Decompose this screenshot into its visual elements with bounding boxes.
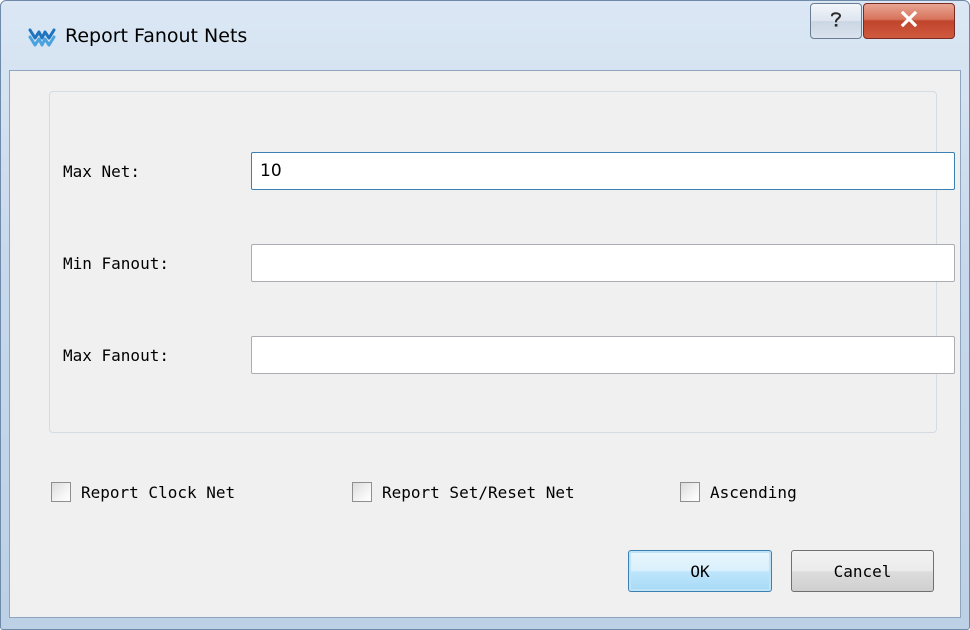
cancel-button[interactable]: Cancel (791, 550, 934, 592)
report-set-reset-net-label: Report Set/Reset Net (382, 482, 575, 502)
title-bar[interactable]: Report Fanout Nets (1, 1, 969, 69)
fanout-settings-group: Max Net: Min Fanout: Max Fanout: (49, 91, 955, 433)
max-fanout-label: Max Fanout: (63, 346, 169, 365)
min-fanout-input[interactable] (251, 244, 955, 282)
report-clock-net-label: Report Clock Net (81, 482, 236, 502)
max-net-input[interactable] (251, 152, 955, 190)
report-set-reset-net-option[interactable]: Report Set/Reset Net (352, 482, 575, 502)
ascending-checkbox[interactable] (680, 482, 700, 502)
window-title: Report Fanout Nets (65, 25, 248, 47)
report-clock-net-option[interactable]: Report Clock Net (51, 482, 235, 502)
max-net-label: Max Net: (63, 162, 141, 181)
report-set-reset-net-checkbox[interactable] (352, 482, 372, 502)
max-fanout-input[interactable] (251, 336, 955, 374)
close-button[interactable] (863, 3, 955, 39)
ascending-option[interactable]: Ascending (680, 482, 797, 502)
dialog-client-area: Max Net: Min Fanout: Max Fanout: Report … (9, 70, 961, 618)
ok-button[interactable]: OK (628, 550, 772, 592)
dialog-window: Report Fanout Nets Max Net: Min Fanout: (0, 0, 970, 630)
close-icon (900, 10, 918, 32)
help-icon (828, 10, 844, 33)
min-fanout-label: Min Fanout: (63, 254, 169, 273)
report-clock-net-checkbox[interactable] (51, 482, 71, 502)
ascending-label: Ascending (710, 482, 797, 502)
app-icon (28, 24, 56, 50)
help-button[interactable] (810, 3, 862, 39)
